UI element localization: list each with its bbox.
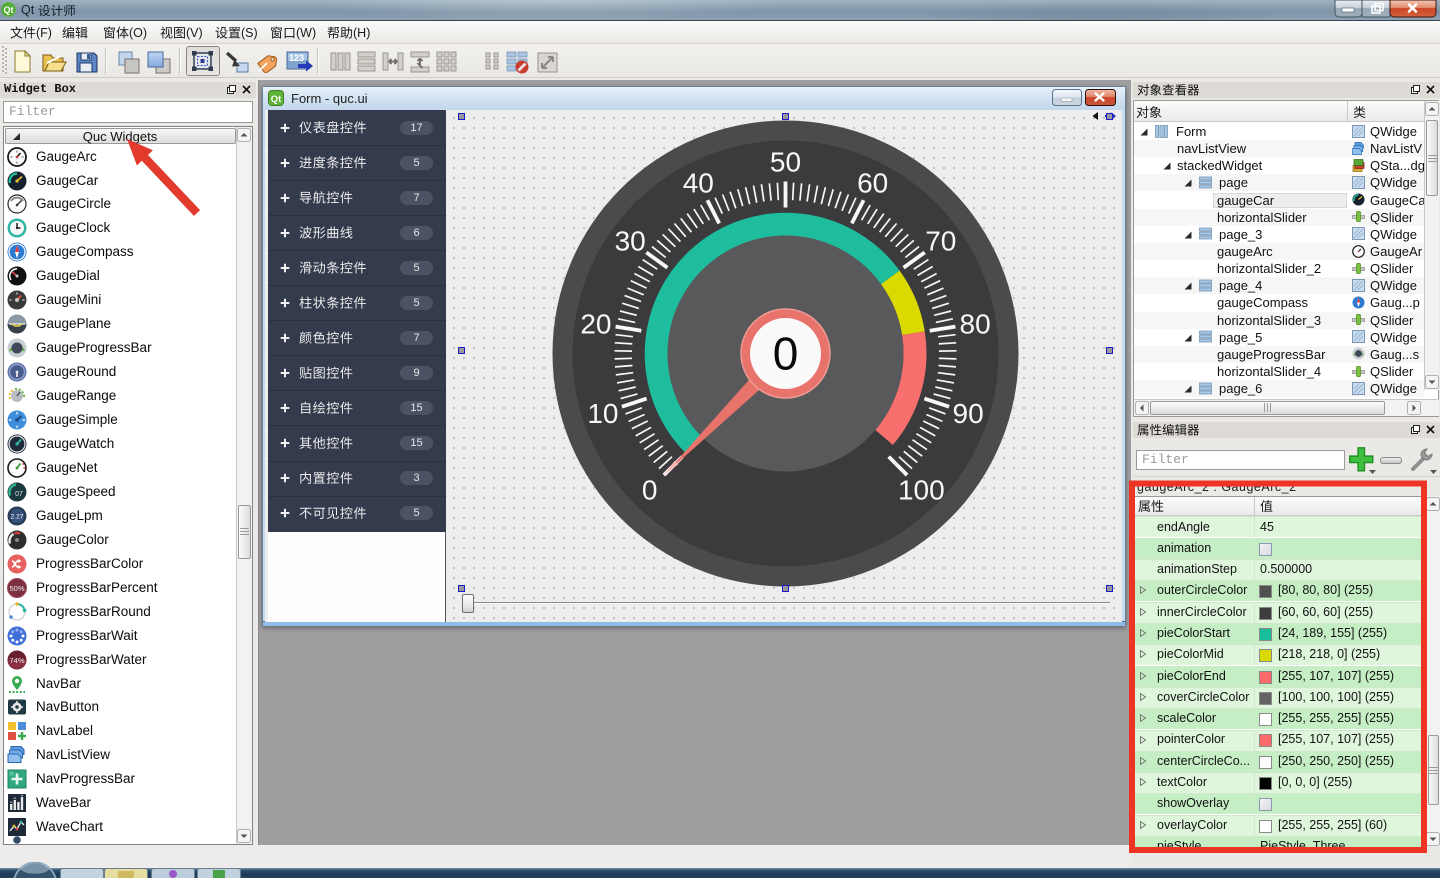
svg-text:20: 20 — [580, 309, 611, 340]
svg-text:10: 10 — [587, 398, 618, 429]
svg-text:70: 70 — [925, 226, 956, 257]
svg-text:40: 40 — [683, 167, 714, 198]
svg-text:0: 0 — [773, 328, 799, 380]
svg-text:50: 50 — [770, 147, 801, 178]
svg-text:30: 30 — [615, 226, 646, 257]
svg-text:100: 100 — [898, 474, 945, 505]
svg-text:90: 90 — [953, 398, 984, 429]
svg-text:60: 60 — [857, 167, 888, 198]
svg-text:0: 0 — [642, 474, 658, 505]
svg-text:80: 80 — [960, 309, 991, 340]
